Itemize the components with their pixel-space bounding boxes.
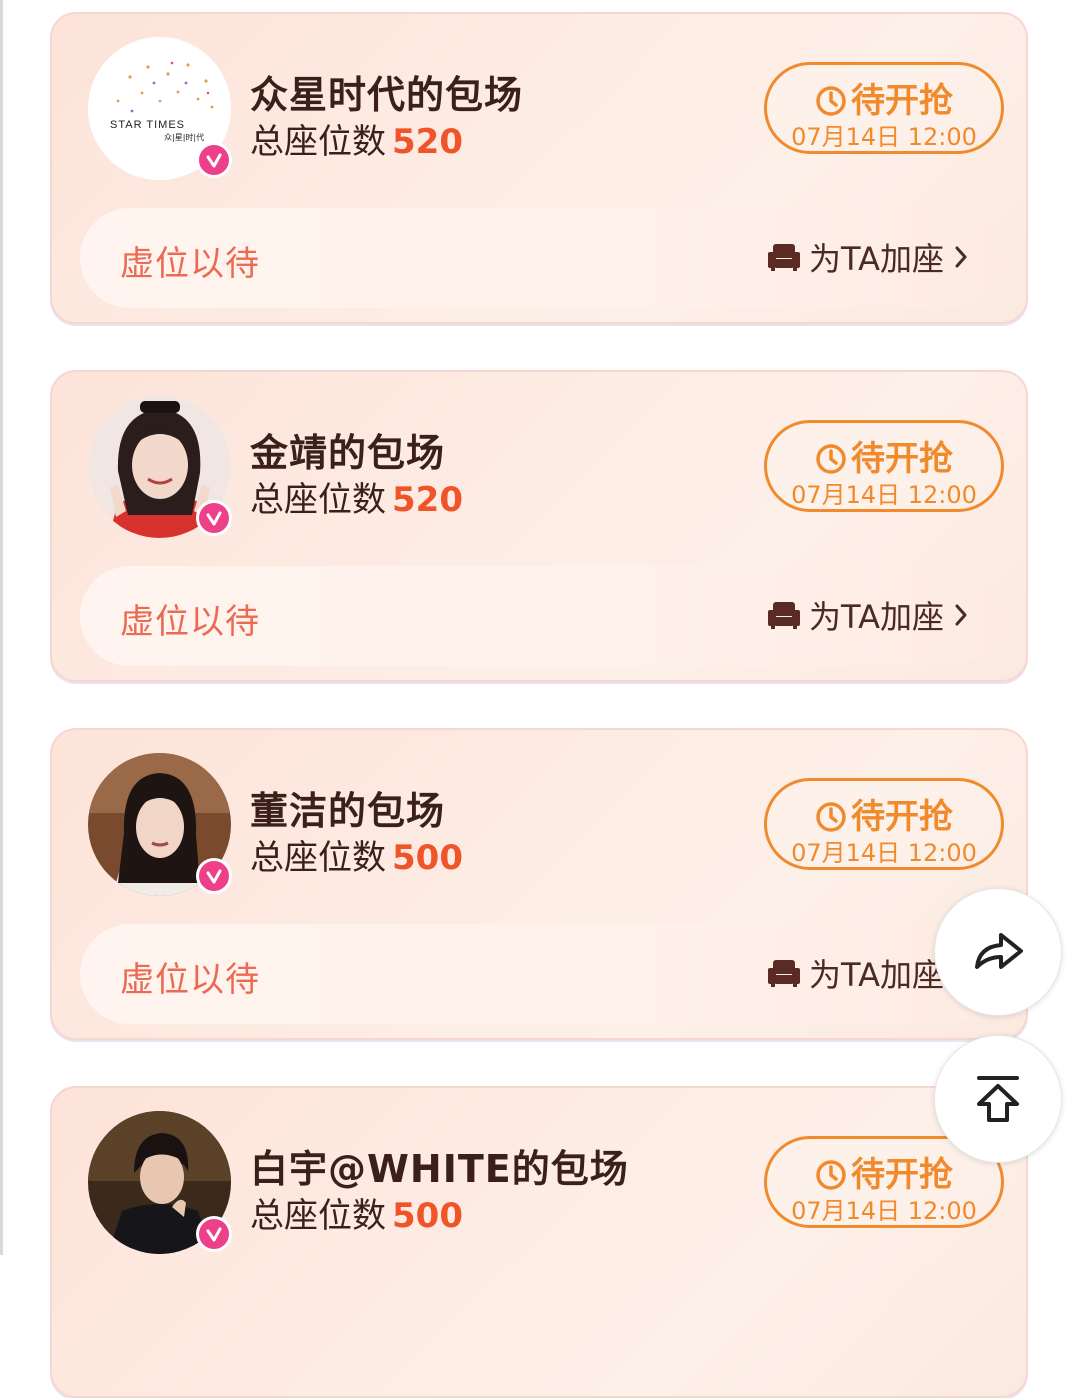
add-seat-button[interactable]: 为TA加座: [767, 592, 970, 638]
add-seat-button[interactable]: 为TA加座: [767, 234, 970, 280]
verified-icon: [196, 500, 232, 536]
share-button[interactable]: [934, 888, 1062, 1016]
venue-name: 众星时代的包场: [250, 73, 524, 117]
sofa-icon: [768, 960, 801, 987]
venue-card[interactable]: 白宇@WHITE的包场 总座位数 500 待开抢 07月14日 12:00: [50, 1086, 1028, 1398]
sofa-icon: [768, 602, 801, 629]
verified-icon: [196, 858, 232, 894]
share-arrow-icon: [975, 933, 1023, 969]
grab-status-button[interactable]: 待开抢 07月14日 12:00: [764, 62, 1004, 154]
total-seats-value: 500: [392, 838, 463, 878]
status-time: 07月14日 12:00: [791, 839, 977, 867]
seat-waiting-bar: 虚位以待 为TA加座: [80, 924, 1000, 1024]
clock-icon: [816, 1160, 846, 1190]
status-label: 待开抢: [851, 1155, 953, 1195]
total-seats-label: 总座位数: [250, 480, 386, 520]
wait-text: 虚位以待: [120, 960, 260, 1000]
sofa-icon: [768, 244, 801, 271]
total-seats-label: 总座位数: [250, 1196, 386, 1236]
venue-card[interactable]: 董洁的包场 总座位数 500 待开抢 07月14日 12:00 虚位以待 为TA加…: [50, 728, 1028, 1040]
total-seats-value: 520: [392, 480, 463, 520]
total-seats-label: 总座位数: [250, 838, 386, 878]
status-label: 待开抢: [851, 439, 953, 479]
total-seats-value: 500: [392, 1196, 463, 1236]
wait-text: 虚位以待: [120, 602, 260, 642]
seat-waiting-bar: 虚位以待 为TA加座: [80, 566, 1000, 666]
svg-text:众|星|时|代: 众|星|时|代: [164, 132, 204, 142]
chevron-right-icon: [955, 604, 967, 626]
grab-status-button[interactable]: 待开抢 07月14日 12:00: [764, 778, 1004, 870]
page-edge: [0, 0, 3, 1255]
clock-icon: [816, 86, 846, 116]
grab-status-button[interactable]: 待开抢 07月14日 12:00: [764, 420, 1004, 512]
wait-text: 虚位以待: [120, 244, 260, 284]
status-label: 待开抢: [851, 797, 953, 837]
total-seats: 总座位数 500: [250, 830, 463, 879]
status-time: 07月14日 12:00: [791, 123, 977, 151]
back-to-top-button[interactable]: [934, 1035, 1062, 1163]
add-seat-label: 为TA加座: [809, 598, 944, 636]
add-seat-label: 为TA加座: [809, 240, 944, 278]
venue-card[interactable]: 金靖的包场 总座位数 520 待开抢 07月14日 12:00 虚位以待 为TA加…: [50, 370, 1028, 682]
total-seats-label: 总座位数: [250, 122, 386, 162]
back-to-top-icon: [977, 1076, 1019, 1122]
status-time: 07月14日 12:00: [791, 481, 977, 509]
clock-icon: [816, 802, 846, 832]
seat-waiting-bar: 虚位以待 为TA加座: [80, 208, 1000, 308]
status-time: 07月14日 12:00: [791, 1197, 977, 1225]
venue-name: 董洁的包场: [250, 789, 446, 833]
clock-icon: [816, 444, 846, 474]
venue-name: 白宇@WHITE的包场: [250, 1147, 629, 1191]
total-seats: 总座位数 500: [250, 1188, 463, 1237]
venue-name: 金靖的包场: [250, 431, 446, 475]
venue-card[interactable]: STAR TIMES 众|星|时|代 众星时代的包场 总座位数 520 待开抢 0…: [50, 12, 1028, 324]
status-label: 待开抢: [851, 81, 953, 121]
total-seats: 总座位数 520: [250, 114, 463, 163]
add-seat-label: 为TA加座: [809, 956, 944, 994]
total-seats: 总座位数 520: [250, 472, 463, 521]
verified-icon: [196, 1216, 232, 1252]
svg-text:STAR TIMES: STAR TIMES: [110, 119, 185, 131]
total-seats-value: 520: [392, 122, 463, 162]
verified-icon: [196, 142, 232, 178]
chevron-right-icon: [955, 246, 967, 268]
